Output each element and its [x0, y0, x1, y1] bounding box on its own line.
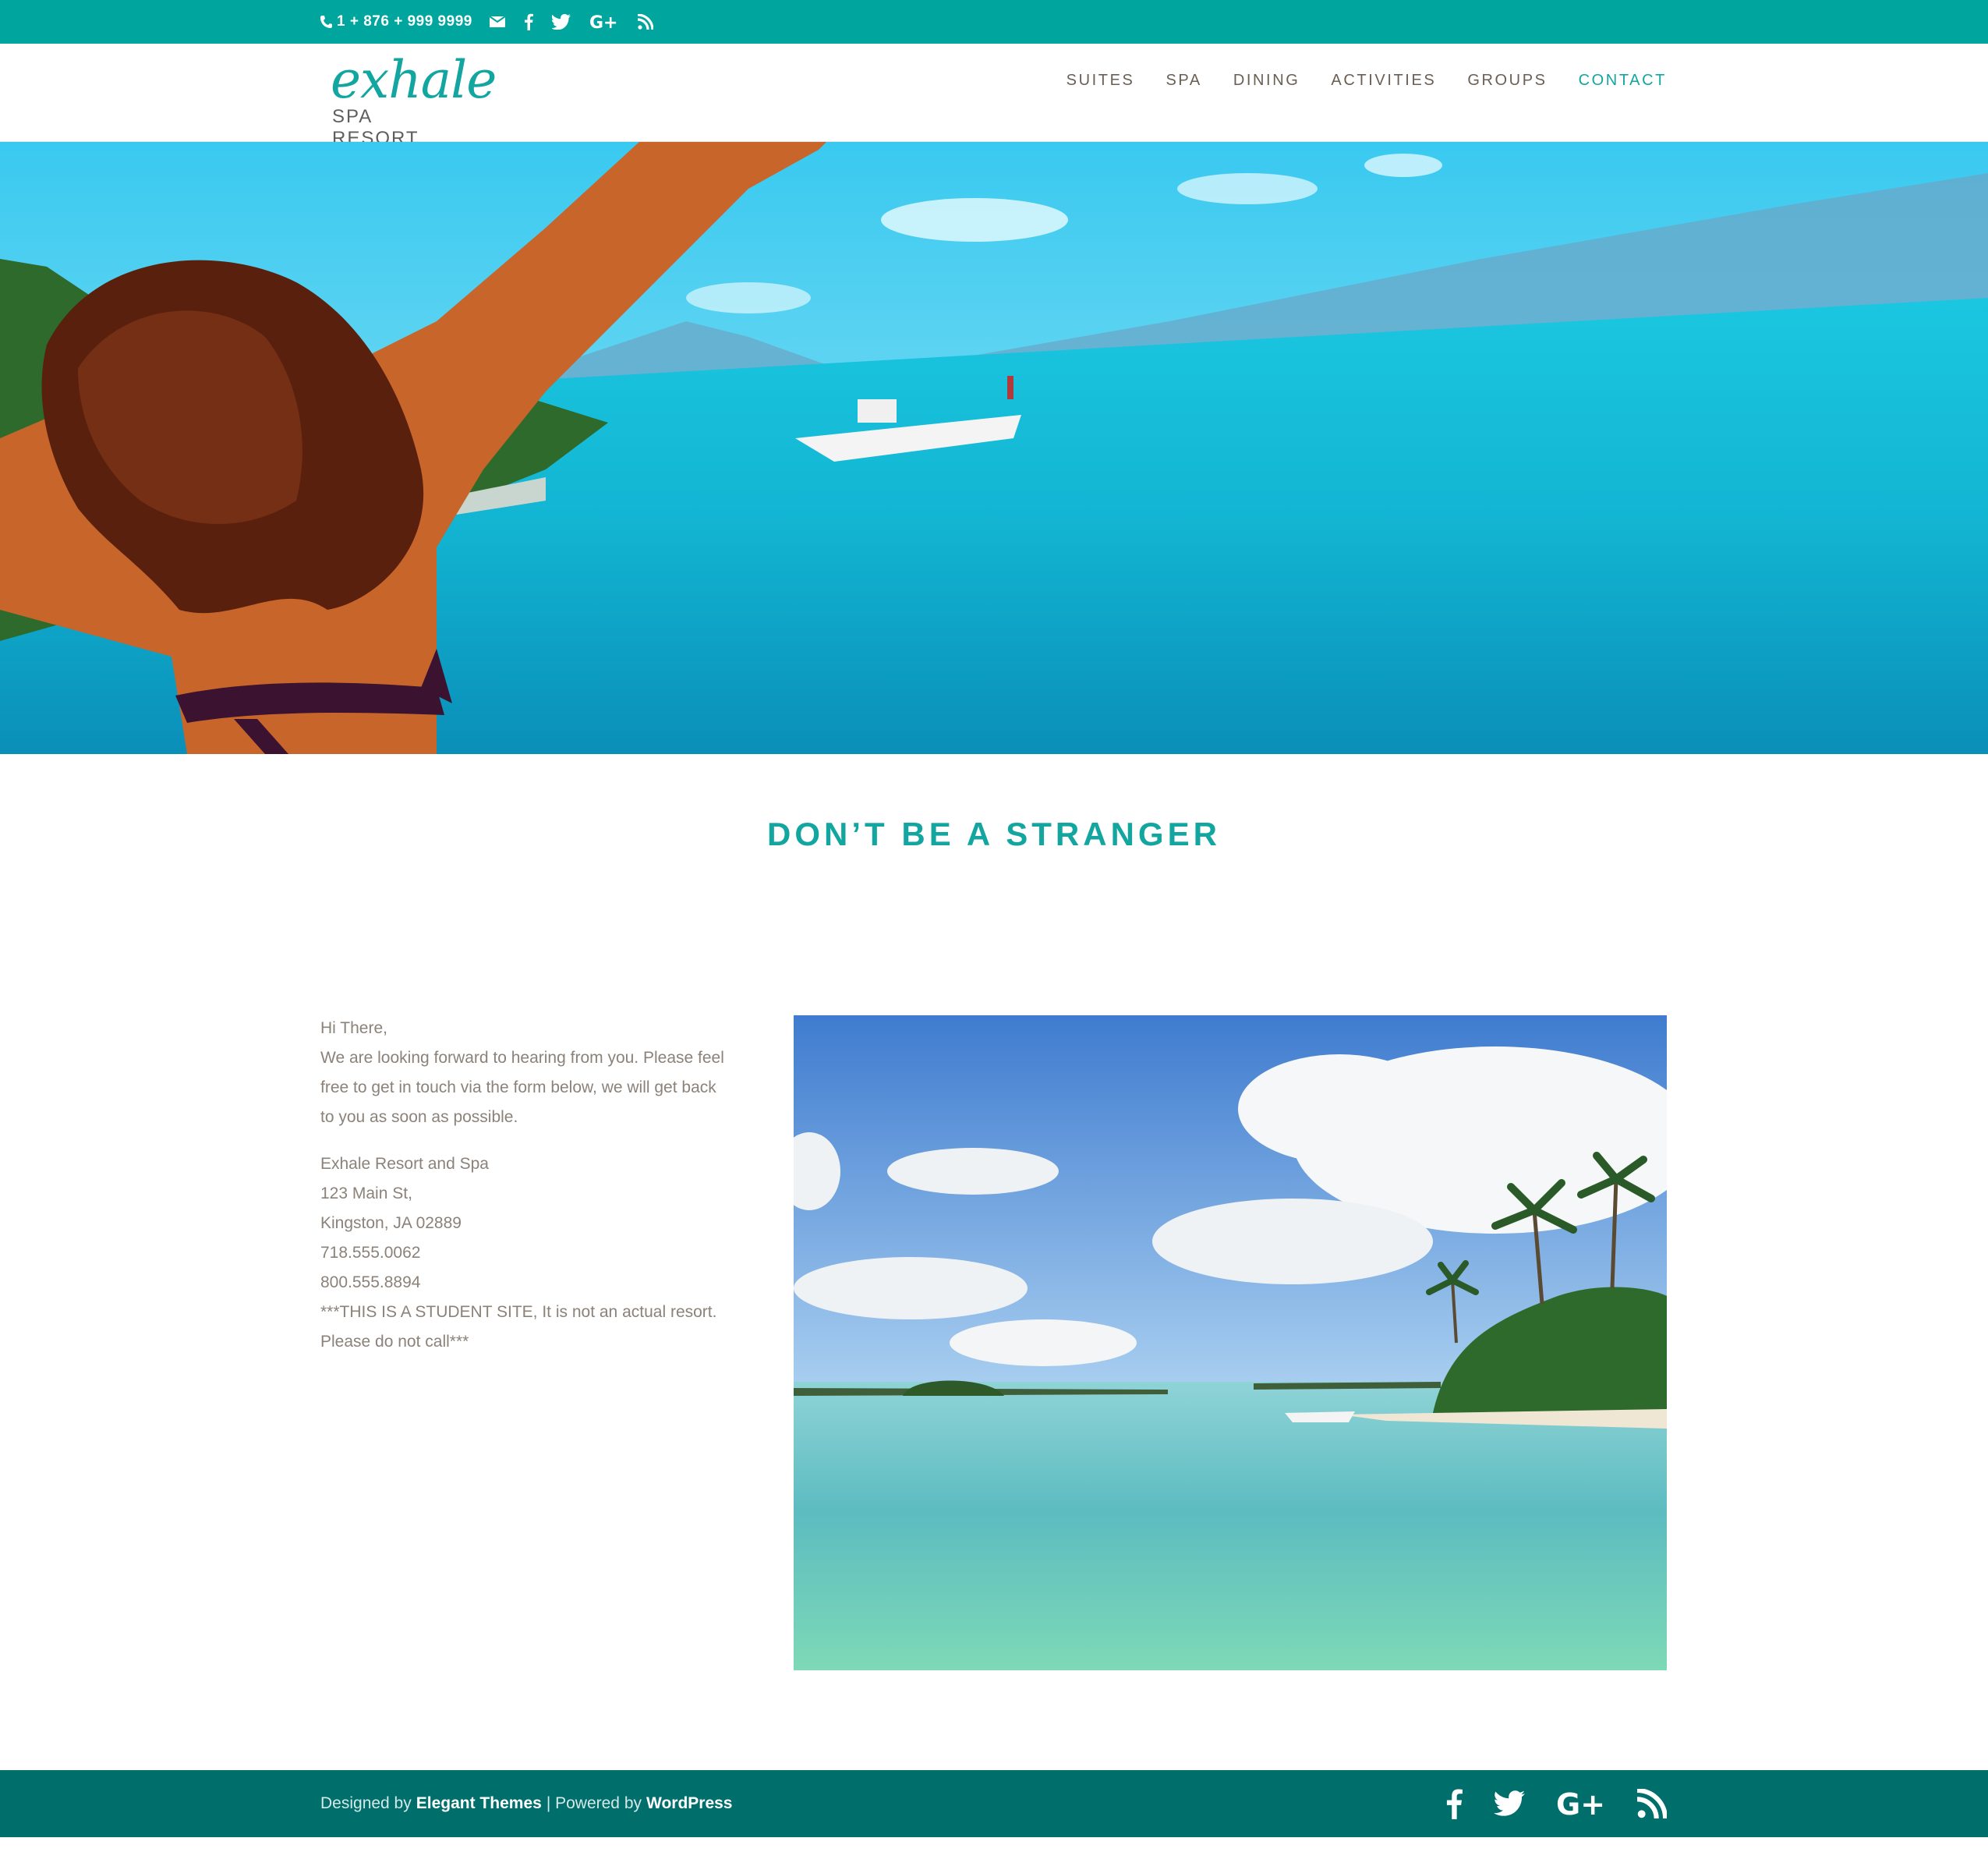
designed-by-text: Designed by [320, 1794, 412, 1812]
student-site-note: ***THIS IS A STUDENT SITE, It is not an … [320, 1303, 717, 1321]
phone-number[interactable]: 1 + 876 + 999 9999 [320, 13, 472, 30]
address-name: Exhale Resort and Spa [320, 1155, 489, 1173]
google-plus-icon[interactable]: G+ [589, 13, 619, 30]
site-header: exhale SPA RESORT SUITES SPA DINING ACTI… [0, 44, 1988, 149]
nav-activities[interactable]: ACTIVITIES [1331, 72, 1436, 90]
twitter-icon[interactable] [551, 14, 571, 30]
facebook-icon[interactable] [524, 13, 533, 30]
hero-image [0, 142, 1988, 754]
facebook-icon[interactable] [1445, 1788, 1463, 1819]
phone-text: 1 + 876 + 999 9999 [337, 13, 472, 30]
top-bar: 1 + 876 + 999 9999 G+ [0, 0, 1988, 44]
phone-icon [320, 16, 332, 28]
address-block: Exhale Resort and Spa 123 Main St, Kings… [320, 1149, 734, 1357]
nav-contact[interactable]: CONTACT [1579, 72, 1667, 90]
contact-info: Hi There, We are looking forward to hear… [320, 1014, 734, 1374]
address-city: Kingston, JA 02889 [320, 1214, 462, 1232]
rss-icon[interactable] [1637, 1789, 1667, 1818]
nav-dining[interactable]: DINING [1233, 72, 1300, 90]
email-icon[interactable] [489, 16, 505, 27]
svg-text:G+: G+ [1556, 1788, 1605, 1819]
address-phone-1: 718.555.0062 [320, 1244, 421, 1262]
wordpress-link[interactable]: WordPress [646, 1794, 733, 1813]
intro-paragraph: Hi There, We are looking forward to hear… [320, 1014, 734, 1132]
nav-groups[interactable]: GROUPS [1467, 72, 1547, 90]
powered-by-text: | Powered by [546, 1794, 642, 1812]
page-heading: DON’T BE A STRANGER [767, 816, 1221, 852]
intro-greeting: Hi There, [320, 1019, 387, 1037]
footer-social: G+ [1414, 1770, 1667, 1837]
beach-image [794, 1015, 1667, 1670]
do-not-call-note: Please do not call*** [320, 1333, 469, 1351]
svg-text:G+: G+ [589, 13, 618, 30]
elegant-themes-link[interactable]: Elegant Themes [416, 1794, 542, 1813]
address-street: 123 Main St, [320, 1185, 412, 1202]
site-logo[interactable]: exhale SPA RESORT [331, 50, 497, 149]
rss-icon[interactable] [637, 14, 653, 30]
logo-script: exhale [331, 50, 497, 110]
intro-body: We are looking forward to hearing from y… [320, 1049, 724, 1126]
nav-suites[interactable]: SUITES [1067, 72, 1135, 90]
site-footer: Designed by Elegant Themes | Powered by … [0, 1770, 1988, 1837]
main-nav: SUITES SPA DINING ACTIVITIES GROUPS CONT… [1035, 72, 1667, 90]
footer-credits: Designed by Elegant Themes | Powered by … [320, 1770, 738, 1837]
address-phone-2: 800.555.8894 [320, 1273, 421, 1291]
google-plus-icon[interactable]: G+ [1556, 1788, 1606, 1819]
nav-spa[interactable]: SPA [1166, 72, 1201, 90]
twitter-icon[interactable] [1494, 1790, 1525, 1817]
